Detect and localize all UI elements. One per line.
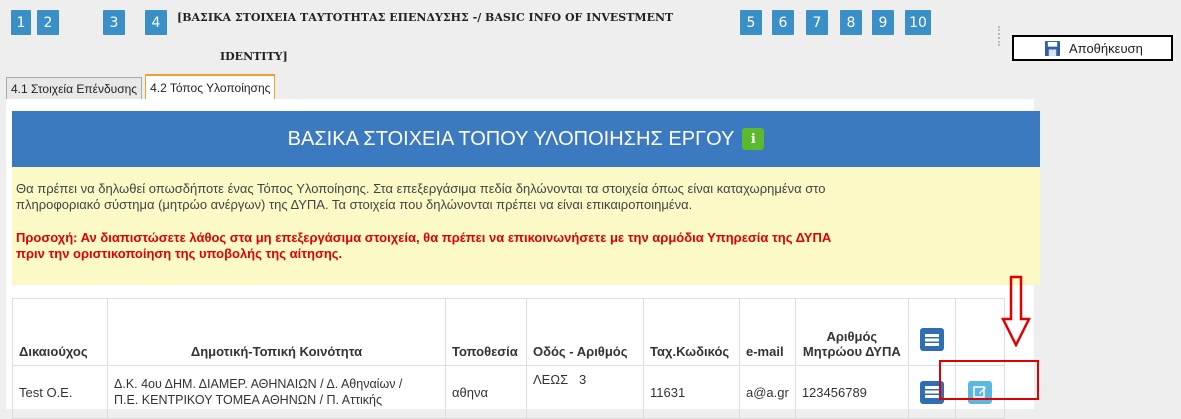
floppy-disk-icon — [1045, 40, 1060, 56]
info-line-2: πληροφοριακό σύστημα (μητρώο ανέργων) τη… — [16, 197, 693, 212]
warning-line-1: Προσοχή: Αν διαπιστώσετε λάθος στα μη επ… — [16, 230, 832, 245]
step-title-line2: IDENTITY] — [220, 50, 288, 63]
cell-registry: 123456789 — [794, 365, 909, 419]
cell-postal: 11631 — [643, 365, 740, 419]
down-arrow-annotation-icon — [1001, 275, 1031, 347]
info-line-1: Θα πρέπει να δηλωθεί οπωσδήποτε ένας Τόπ… — [16, 181, 826, 196]
cell-location: αθηνα — [445, 365, 527, 419]
cell-street: ΛΕΩΣ 3 — [526, 365, 644, 419]
info-icon[interactable]: i — [742, 128, 765, 150]
step-4[interactable]: 4 — [145, 10, 167, 35]
cell-community: Δ.Κ. 4ου ΔΗΜ. ΔΙΑΜΕΡ. ΑΘΗΝΑΙΩΝ / Δ. Αθην… — [107, 365, 446, 419]
content-panel: ΒΑΣΙΚΑ ΣΤΟΙΧΕΙΑ ΤΟΠΟΥ ΥΛΟΠΟΙΗΣΗΣ ΕΡΓΟΥ i… — [6, 99, 1040, 419]
step-9[interactable]: 9 — [872, 10, 894, 35]
table-row: Test Ο.Ε. Δ.Κ. 4ου ΔΗΜ. ΔΙΑΜΕΡ. ΑΘΗΝΑΙΩΝ… — [12, 365, 1005, 419]
col-registry: Αριθμός Μητρώου ΔΥΠΑ — [794, 298, 909, 366]
cell-beneficiary: Test Ο.Ε. — [12, 365, 108, 419]
tab-bar: 4.1 Στοιχεία Επένδυσης 4.2 Τόπος Υλοποίη… — [6, 74, 278, 99]
col-registry-line1: Αριθμός — [826, 329, 878, 344]
tab-investment-info[interactable]: 4.1 Στοιχεία Επένδυσης — [6, 77, 143, 99]
cell-community-line2: Π.Ε. ΚΕΝΤΡΙΚΟΥ ΤΟΜΕΑ ΑΘΗΝΩΝ / Π. Αττικής — [114, 393, 383, 407]
save-button[interactable]: Αποθήκευση — [1012, 35, 1173, 61]
col-beneficiary: Δικαιούχος — [12, 298, 108, 366]
step-6[interactable]: 6 — [772, 10, 794, 35]
step-10[interactable]: 10 — [905, 10, 931, 35]
highlight-box — [939, 360, 1039, 400]
locations-table: Δικαιούχος Δημοτική-Τοπική Κοινότητα Τοπ… — [12, 298, 1005, 419]
separator-dots — [998, 26, 1002, 46]
step-1[interactable]: 1 — [11, 10, 31, 35]
cell-street-name: ΛΕΩΣ — [533, 372, 569, 387]
step-title-line1: [ΒΑΣΙΚΑ ΣΤΟΙΧΕΙΑ ΤΑΥΤΟΤΗΤΑΣ ΕΠΕΝΔΥΣΗΣ -/… — [177, 11, 674, 24]
step-7[interactable]: 7 — [806, 10, 828, 35]
step-2[interactable]: 2 — [37, 10, 59, 35]
list-view-icon[interactable] — [919, 328, 944, 351]
col-community: Δημοτική-Τοπική Κοινότητα — [107, 298, 446, 366]
col-street: Οδός - Αριθμός — [526, 298, 644, 366]
step-3[interactable]: 3 — [103, 10, 125, 35]
step-5[interactable]: 5 — [740, 10, 762, 35]
section-title: ΒΑΣΙΚΑ ΣΤΟΙΧΕΙΑ ΤΟΠΟΥ ΥΛΟΠΟΙΗΣΗΣ ΕΡΓΟΥ — [287, 127, 735, 150]
col-postal: Ταχ.Κωδικός — [643, 298, 740, 366]
tab-implementation-place[interactable]: 4.2 Τόπος Υλοποίησης — [145, 74, 276, 99]
cell-street-number: 3 — [578, 372, 587, 387]
table-header-row: Δικαιούχος Δημοτική-Τοπική Κοινότητα Τοπ… — [12, 298, 1005, 366]
section-header: ΒΑΣΙΚΑ ΣΤΟΙΧΕΙΑ ΤΟΠΟΥ ΥΛΟΠΟΙΗΣΗΣ ΕΡΓΟΥ i — [12, 111, 1040, 167]
warning-line-2: πριν την οριστικοποίηση της υποβολής της… — [16, 246, 343, 261]
col-actions — [907, 298, 956, 366]
col-edit — [954, 298, 1005, 366]
col-location: Τοποθεσία — [445, 298, 527, 366]
col-email: e-mail — [739, 298, 796, 366]
cell-community-line1: Δ.Κ. 4ου ΔΗΜ. ΔΙΑΜΕΡ. ΑΘΗΝΑΙΩΝ / Δ. Αθην… — [114, 377, 403, 391]
step-8[interactable]: 8 — [840, 10, 862, 35]
save-button-label: Αποθήκευση — [1069, 40, 1143, 56]
cell-email: a@a.gr — [739, 365, 796, 419]
info-box: Θα πρέπει να δηλωθεί οπωσδήποτε ένας Τόπ… — [12, 167, 1040, 285]
col-registry-line2: Μητρώου ΔΥΠΑ — [802, 344, 901, 359]
